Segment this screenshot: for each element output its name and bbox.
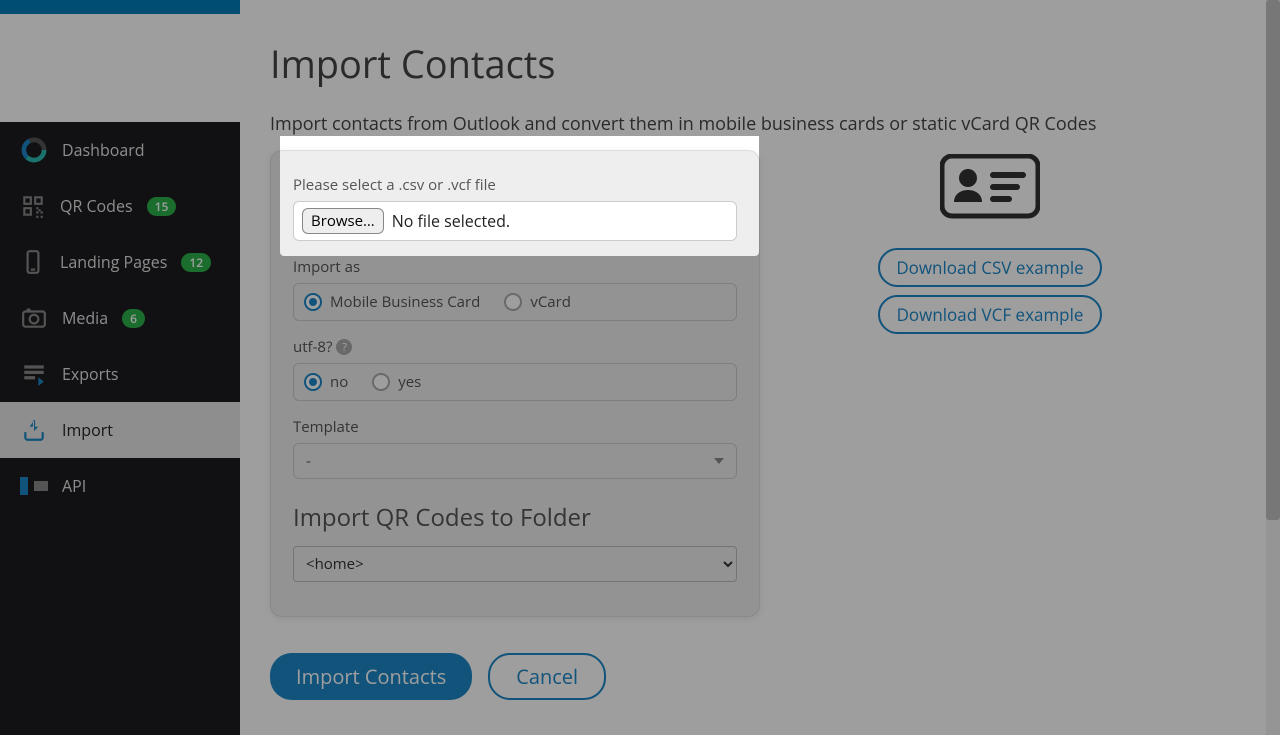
sidebar-item-exports[interactable]: Exports <box>0 346 240 402</box>
badge-count: 6 <box>122 309 145 328</box>
qrcode-icon <box>20 193 46 219</box>
help-icon[interactable]: ? <box>336 339 352 355</box>
right-column: Download CSV example Download VCF exampl… <box>880 154 1100 334</box>
sidebar-item-landing-pages[interactable]: Landing Pages 12 <box>0 234 240 290</box>
template-select[interactable]: - <box>293 443 737 479</box>
scrollbar-thumb[interactable] <box>1266 0 1280 520</box>
template-value: - <box>306 451 311 471</box>
import-panel: Please select a .csv or .vcf file Browse… <box>270 150 760 617</box>
radio-vcard[interactable]: vCard <box>504 292 571 312</box>
badge-count: 15 <box>147 197 177 216</box>
radio-indicator-icon <box>304 293 322 311</box>
radio-mobile-business-card[interactable]: Mobile Business Card <box>304 292 480 312</box>
radio-indicator-icon <box>304 373 322 391</box>
chevron-down-icon <box>714 458 724 464</box>
import-as-label: Import as <box>293 257 737 277</box>
phone-icon <box>20 249 46 275</box>
main-content: Import Contacts Import contacts from Out… <box>240 0 1266 735</box>
sidebar-item-qrcodes[interactable]: QR Codes 15 <box>0 178 240 234</box>
page-title: Import Contacts <box>270 38 1236 90</box>
sidebar-item-label: Media <box>62 307 108 329</box>
sidebar-item-dashboard[interactable]: Dashboard <box>0 122 240 178</box>
badge-count: 12 <box>181 253 211 272</box>
sidebar-item-media[interactable]: Media 6 <box>0 290 240 346</box>
import-icon <box>20 417 48 443</box>
sidebar-item-label: Landing Pages <box>60 251 167 273</box>
file-status-text: No file selected. <box>392 210 510 232</box>
utf8-label: utf-8? ? <box>293 337 737 357</box>
radio-label: yes <box>398 372 421 392</box>
export-icon <box>20 361 48 387</box>
sidebar-item-label: Import <box>62 419 113 441</box>
import-contacts-button[interactable]: Import Contacts <box>270 653 472 700</box>
page-root: My Account Logout Dashboard QR Codes 15 … <box>0 0 1280 735</box>
form-actions: Import Contacts Cancel <box>270 653 1236 700</box>
radio-utf8-yes[interactable]: yes <box>372 372 421 392</box>
logo-area <box>0 14 240 122</box>
sidebar: Dashboard QR Codes 15 Landing Pages 12 M… <box>0 122 240 735</box>
radio-indicator-icon <box>504 293 522 311</box>
radio-indicator-icon <box>372 373 390 391</box>
api-icon <box>20 477 48 495</box>
template-label: Template <box>293 417 737 437</box>
dashboard-icon <box>20 136 48 164</box>
sidebar-item-label: API <box>62 475 86 497</box>
browse-button[interactable]: Browse… <box>302 208 384 234</box>
utf8-label-text: utf-8? <box>293 337 332 357</box>
radio-label: no <box>330 372 348 392</box>
top-accent-bar <box>0 0 240 14</box>
utf8-radio-group: no yes <box>293 363 737 401</box>
radio-label: vCard <box>530 292 571 312</box>
radio-utf8-no[interactable]: no <box>304 372 348 392</box>
sidebar-item-label: Exports <box>62 363 119 385</box>
file-input-row[interactable]: Browse… No file selected. <box>293 201 737 241</box>
sidebar-item-import[interactable]: Import <box>0 402 240 458</box>
radio-label: Mobile Business Card <box>330 292 480 312</box>
camera-icon <box>20 305 48 331</box>
sidebar-item-label: QR Codes <box>60 195 133 217</box>
cancel-button[interactable]: Cancel <box>488 653 606 700</box>
vcard-illustration-icon <box>940 154 1040 226</box>
page-subtitle: Import contacts from Outlook and convert… <box>270 112 1236 136</box>
sidebar-item-api[interactable]: API <box>0 458 240 514</box>
folder-section-title: Import QR Codes to Folder <box>293 501 737 534</box>
download-csv-example-button[interactable]: Download CSV example <box>878 248 1101 287</box>
folder-select[interactable]: <home> <box>293 546 737 582</box>
file-select-label: Please select a .csv or .vcf file <box>293 175 737 195</box>
sidebar-item-label: Dashboard <box>62 139 145 161</box>
download-buttons: Download CSV example Download VCF exampl… <box>878 248 1101 334</box>
download-vcf-example-button[interactable]: Download VCF example <box>878 295 1101 334</box>
import-as-radio-group: Mobile Business Card vCard <box>293 283 737 321</box>
